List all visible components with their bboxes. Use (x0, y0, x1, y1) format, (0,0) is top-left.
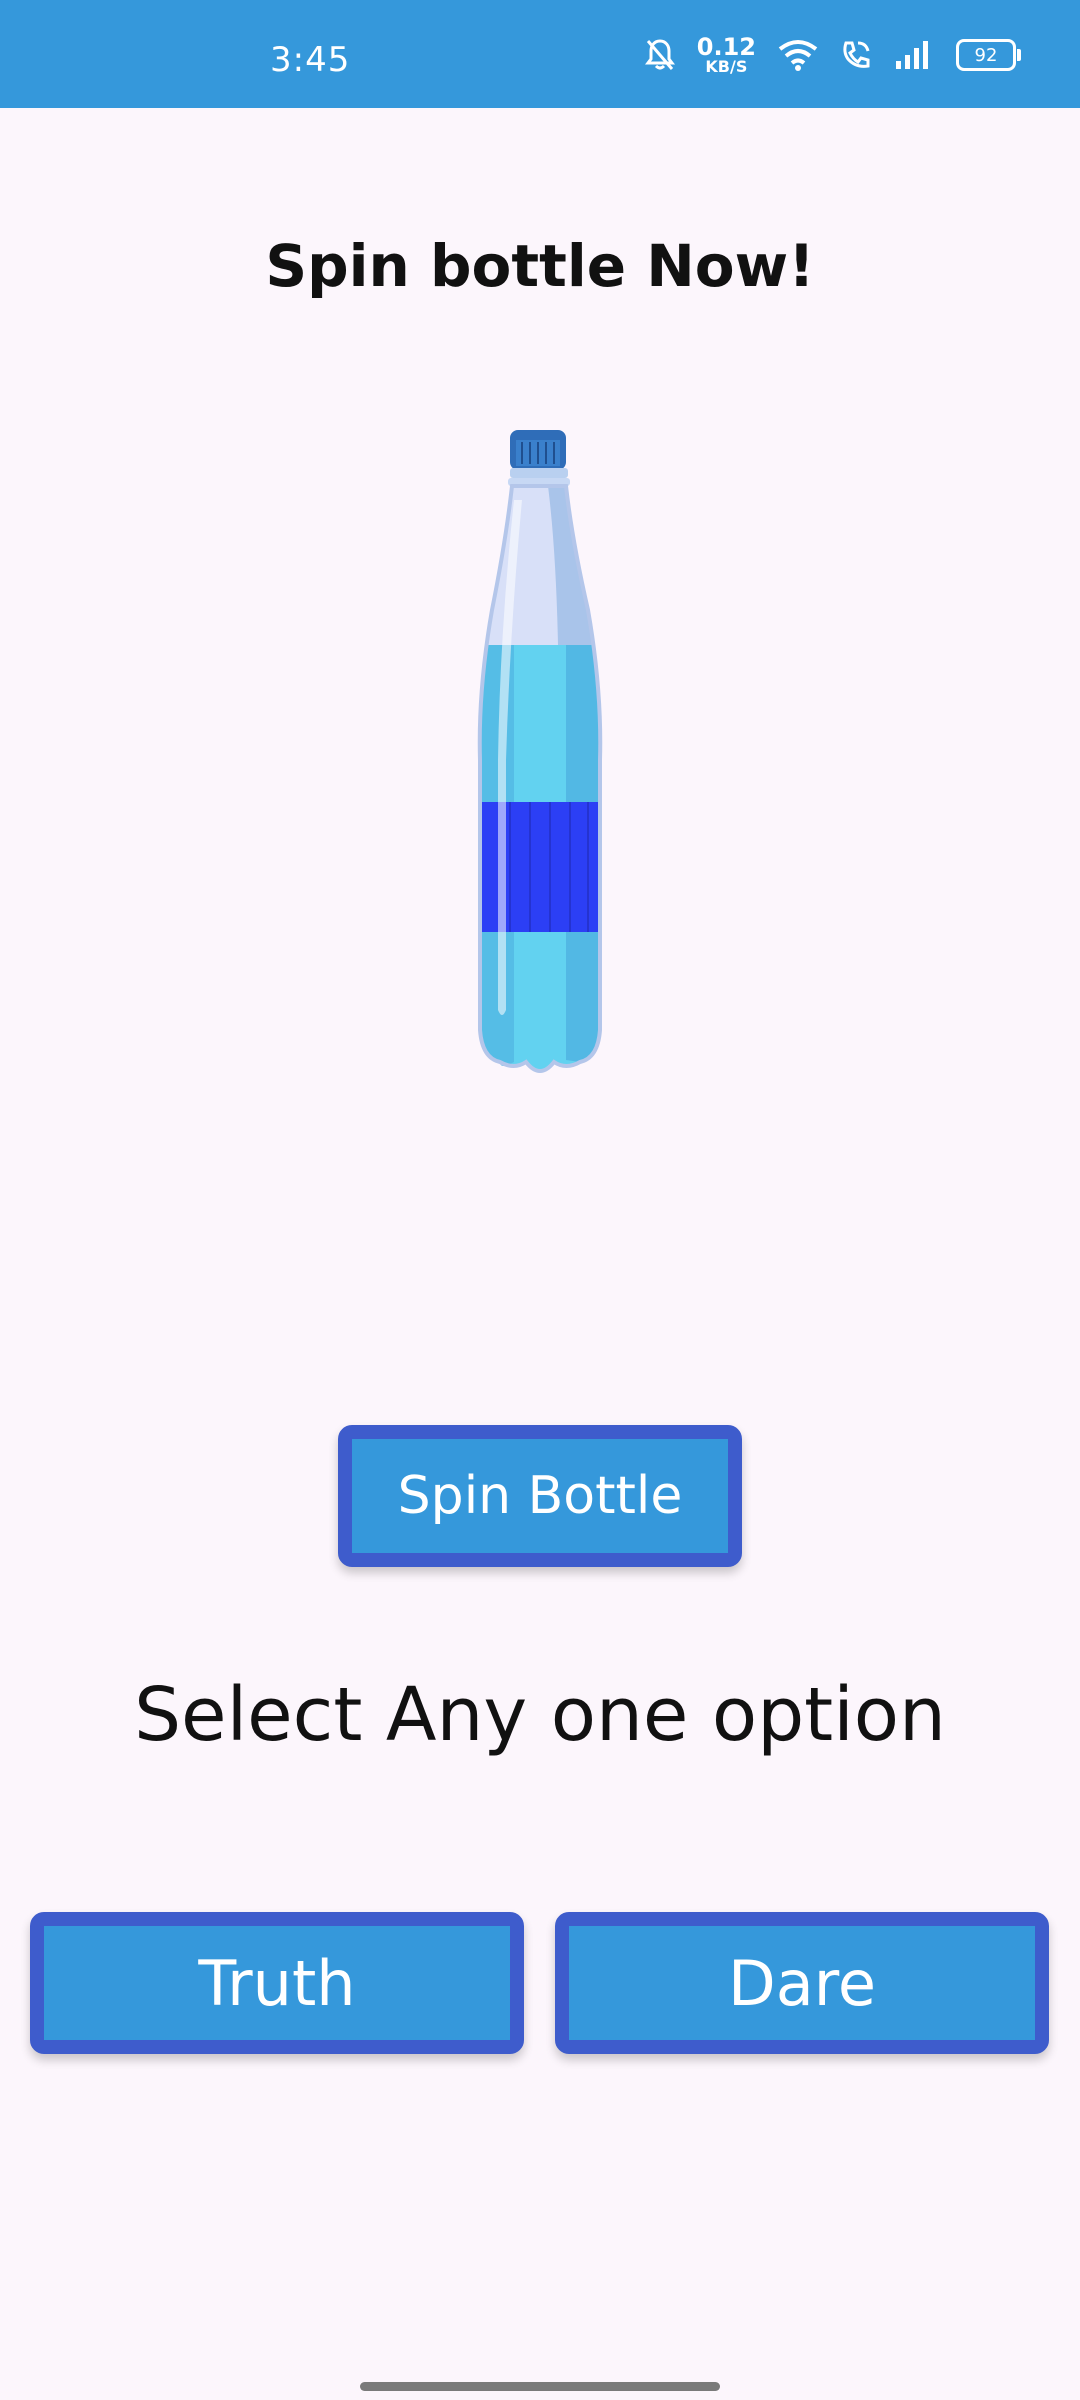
bottle-image[interactable] (440, 430, 640, 1075)
network-speed: 0.12 KB/S (697, 35, 756, 75)
battery-level: 92 (974, 44, 998, 66)
select-option-prompt: Select Any one option (134, 1672, 946, 1758)
status-icons: 0.12 KB/S 92 (644, 30, 1021, 80)
dare-button[interactable]: Dare (555, 1912, 1049, 2054)
wifi-call-icon (843, 41, 870, 68)
network-speed-unit: KB/S (705, 57, 748, 76)
truth-button[interactable]: Truth (30, 1912, 524, 2054)
page-title: Spin bottle Now! (265, 232, 815, 300)
bell-off-icon (644, 39, 675, 70)
wifi-icon (778, 40, 818, 71)
status-time: 3:45 (270, 40, 351, 80)
spin-bottle-button[interactable]: Spin Bottle (338, 1425, 742, 1567)
gesture-nav-handle[interactable] (360, 2382, 720, 2391)
network-speed-value: 0.12 (696, 33, 756, 61)
signal-icon (896, 41, 928, 69)
status-bar: 3:45 0.12 KB/S 92 (0, 0, 1080, 108)
battery-icon: 92 (956, 39, 1021, 71)
